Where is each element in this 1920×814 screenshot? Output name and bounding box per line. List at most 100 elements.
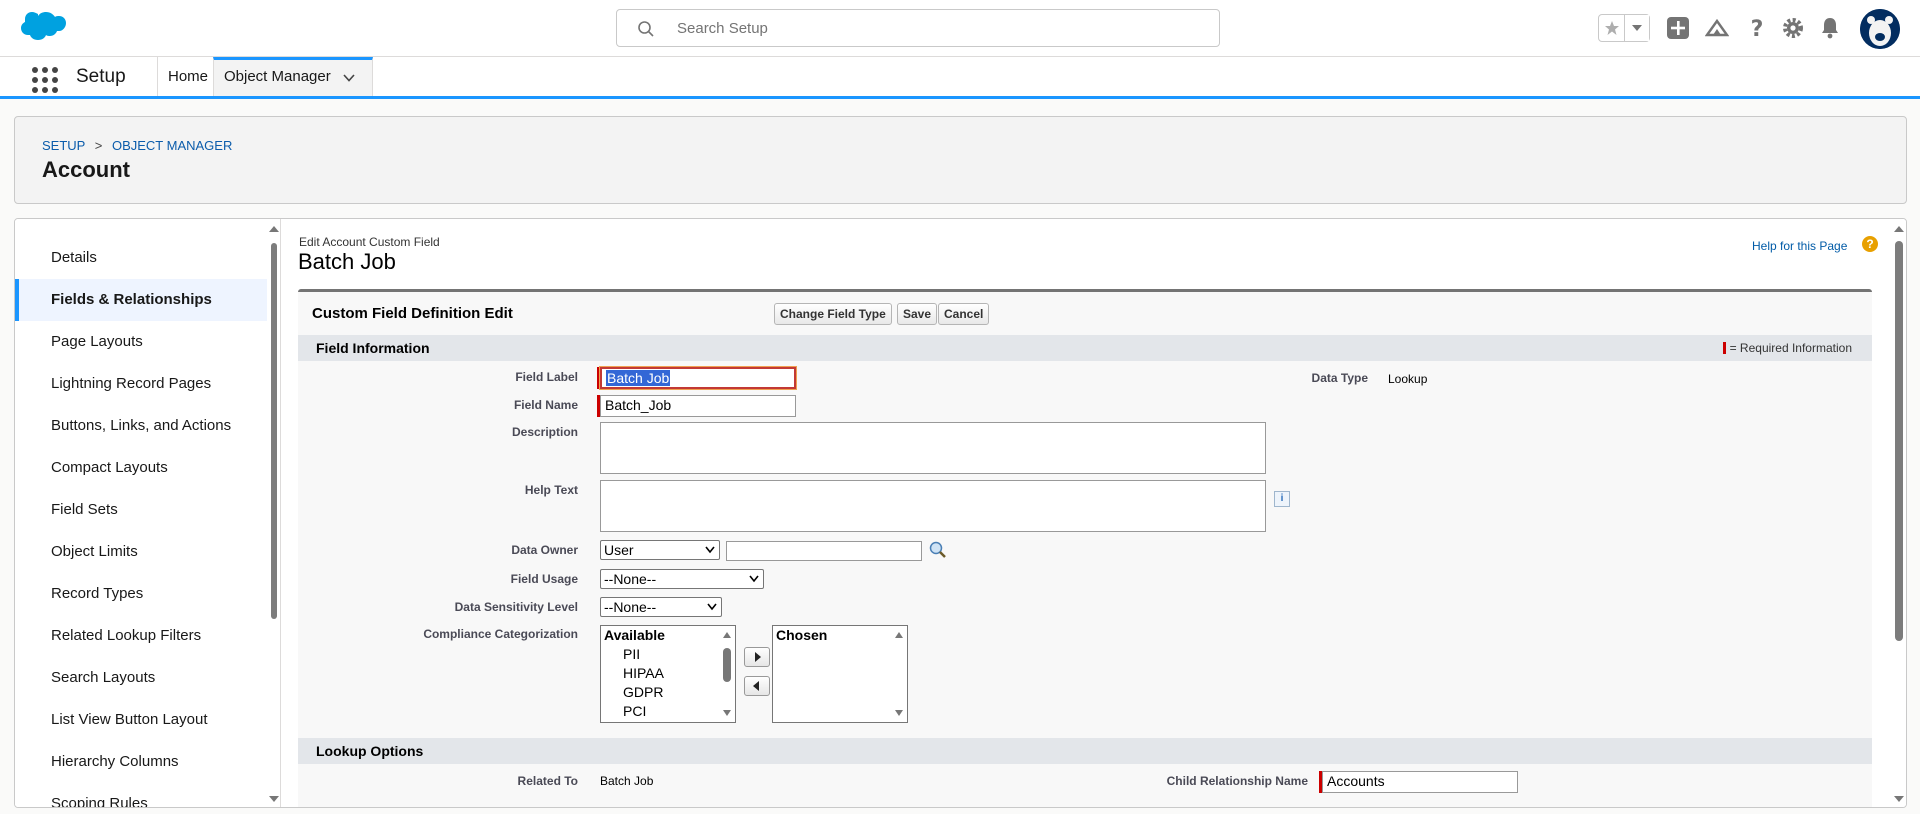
search-setup-box[interactable] <box>616 9 1220 47</box>
scroll-down-arrow-icon[interactable] <box>268 793 280 805</box>
scroll-up-arrow-icon[interactable] <box>1893 223 1905 235</box>
help-question-icon[interactable]: ? <box>1862 236 1878 252</box>
sidebar-item-scoping-rules[interactable]: Scoping Rules <box>15 783 267 807</box>
description-label: Description <box>511 425 578 439</box>
sidebar-scroll-thumb[interactable] <box>271 243 277 619</box>
content-scrollbar[interactable] <box>1890 219 1906 807</box>
help-text-label: Help Text <box>524 483 578 497</box>
data-owner-lookup-input[interactable] <box>726 541 922 561</box>
save-button[interactable]: Save <box>897 303 938 325</box>
app-launcher-icon[interactable] <box>32 67 58 93</box>
sidebar-item-compact-layouts[interactable]: Compact Layouts <box>15 447 267 489</box>
help-for-page-link[interactable]: Help for this Page <box>1752 239 1847 253</box>
sidebar-scrollbar[interactable] <box>267 219 280 807</box>
data-sensitivity-select[interactable]: --None-- <box>600 597 722 617</box>
sidebar-item-search-layouts[interactable]: Search Layouts <box>15 657 267 699</box>
trailhead-icon[interactable] <box>1705 16 1729 40</box>
search-input[interactable] <box>675 16 1195 40</box>
compliance-chosen-list[interactable]: Chosen <box>772 625 908 723</box>
field-information-label: Field Information <box>316 340 430 356</box>
global-actions-icon[interactable] <box>1666 16 1690 40</box>
edit-field-content: Edit Account Custom Field Batch Job Help… <box>282 219 1890 807</box>
lookup-magnifier-icon[interactable] <box>928 541 948 559</box>
related-to-value: Batch Job <box>600 774 654 788</box>
sidebar-item-hierarchy-columns[interactable]: Hierarchy Columns <box>15 741 267 783</box>
data-owner-value: User <box>604 542 634 558</box>
favorites-star-icon[interactable] <box>1599 15 1625 41</box>
nav-tab-object-manager-label: Object Manager <box>224 68 331 85</box>
global-header: ? <box>0 0 1920 57</box>
available-scroll-thumb[interactable] <box>723 648 731 682</box>
user-avatar[interactable] <box>1860 9 1900 49</box>
sidebar-item-list-view-button-layout[interactable]: List View Button Layout <box>15 699 267 741</box>
scroll-down-arrow-icon[interactable] <box>722 708 732 718</box>
field-information-section-header: Field Information = Required Information <box>298 335 1872 361</box>
scroll-down-arrow-icon[interactable] <box>894 708 904 718</box>
object-manager-card: Details Fields & Relationships Page Layo… <box>14 218 1907 808</box>
remove-from-chosen-button[interactable] <box>744 676 770 696</box>
favorites-dropdown-icon[interactable] <box>1625 15 1649 41</box>
setup-gear-icon[interactable] <box>1781 16 1805 40</box>
child-relationship-name-label: Child Relationship Name <box>1166 774 1308 788</box>
breadcrumb-object-manager[interactable]: OBJECT MANAGER <box>112 138 232 153</box>
svg-text:?: ? <box>1751 17 1764 40</box>
available-option-pii[interactable]: PII <box>623 646 640 662</box>
sidebar-item-page-layouts[interactable]: Page Layouts <box>15 321 267 363</box>
available-option-gdpr[interactable]: GDPR <box>623 684 663 700</box>
lookup-options-label: Lookup Options <box>316 743 424 759</box>
help-text-textarea[interactable] <box>600 480 1266 532</box>
salesforce-logo-icon[interactable] <box>18 12 66 46</box>
user-avatar-icon <box>1860 9 1900 49</box>
related-to-label: Related To <box>517 774 578 788</box>
scroll-up-arrow-icon[interactable] <box>268 223 280 235</box>
data-sensitivity-value: --None-- <box>604 599 657 615</box>
sidebar-item-buttons-links-actions[interactable]: Buttons, Links, and Actions <box>15 405 267 447</box>
scroll-up-arrow-icon[interactable] <box>722 630 732 640</box>
chevron-down-icon <box>707 603 717 611</box>
page-title: Account <box>42 157 130 182</box>
available-option-hipaa[interactable]: HIPAA <box>623 665 664 681</box>
scroll-up-arrow-icon[interactable] <box>894 630 904 640</box>
content-scroll-thumb[interactable] <box>1895 241 1903 641</box>
description-textarea[interactable] <box>600 422 1266 474</box>
sidebar-item-field-sets[interactable]: Field Sets <box>15 489 267 531</box>
object-page-header: SETUP > OBJECT MANAGER Account <box>14 116 1907 204</box>
sidebar-item-related-lookup-filters[interactable]: Related Lookup Filters <box>15 615 267 657</box>
notifications-bell-icon[interactable] <box>1818 16 1842 40</box>
data-owner-label: Data Owner <box>511 543 578 557</box>
child-relationship-name-input[interactable]: Accounts <box>1322 771 1518 793</box>
field-label-input[interactable]: Batch Job <box>600 367 796 389</box>
chevron-down-icon[interactable] <box>342 71 356 85</box>
lookup-options-section-header: Lookup Options <box>298 738 1872 764</box>
data-owner-select[interactable]: User <box>600 540 720 560</box>
edit-subtitle: Edit Account Custom Field <box>299 235 440 249</box>
data-type-value: Lookup <box>1388 372 1428 386</box>
app-name: Setup <box>76 66 126 87</box>
nav-tab-home[interactable]: Home <box>157 57 213 96</box>
required-legend-text: = Required Information <box>1729 341 1852 355</box>
edit-title: Batch Job <box>298 249 396 274</box>
change-field-type-button[interactable]: Change Field Type <box>774 303 892 325</box>
compliance-categorization-label: Compliance Categorization <box>423 627 578 641</box>
info-icon[interactable]: i <box>1274 491 1290 507</box>
help-icon[interactable]: ? <box>1745 16 1769 40</box>
sidebar-item-record-types[interactable]: Record Types <box>15 573 267 615</box>
breadcrumb-setup[interactable]: SETUP <box>42 138 85 153</box>
field-usage-select[interactable]: --None-- <box>600 569 764 589</box>
required-legend: = Required Information <box>1722 341 1852 355</box>
scroll-down-arrow-icon[interactable] <box>1893 793 1905 805</box>
chevron-down-icon <box>705 546 715 554</box>
available-option-pci[interactable]: PCI <box>623 703 646 719</box>
object-sidebar: Details Fields & Relationships Page Layo… <box>15 219 281 807</box>
compliance-available-list[interactable]: Available PII HIPAA GDPR PCI <box>600 625 736 723</box>
sidebar-item-lightning-record-pages[interactable]: Lightning Record Pages <box>15 363 267 405</box>
sidebar-item-fields-relationships[interactable]: Fields & Relationships <box>15 279 267 321</box>
cancel-button[interactable]: Cancel <box>938 303 990 325</box>
breadcrumb: SETUP > OBJECT MANAGER <box>42 138 232 153</box>
sidebar-item-details[interactable]: Details <box>15 237 267 279</box>
sidebar-item-object-limits[interactable]: Object Limits <box>15 531 267 573</box>
add-to-chosen-button[interactable] <box>744 647 770 667</box>
nav-tab-object-manager[interactable]: Object Manager <box>213 57 373 96</box>
field-name-input[interactable]: Batch_Job <box>600 395 796 417</box>
available-header: Available <box>604 627 665 643</box>
